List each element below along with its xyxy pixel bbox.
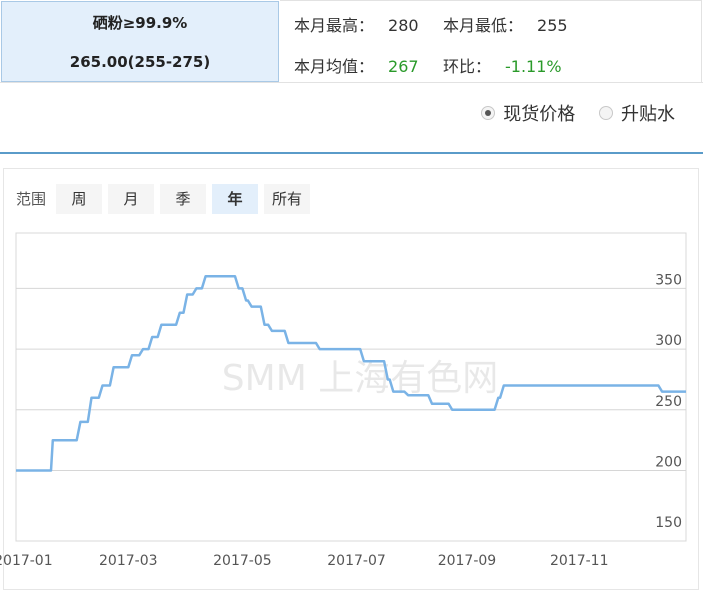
x-tick-label: 2017-11 <box>550 553 609 569</box>
y-tick-label: 150 <box>655 515 682 531</box>
x-tick-label: 2017-07 <box>327 553 386 569</box>
x-tick-label: 2017-01 <box>0 553 53 569</box>
price-chart: SMM 上海有色网 150 200 250 300 350 2017-01 2017-03 2… <box>0 232 687 569</box>
y-tick-label: 200 <box>655 455 682 471</box>
y-tick-label: 250 <box>655 394 682 410</box>
x-tick-label: 2017-05 <box>213 553 272 569</box>
watermark: SMM 上海有色网 <box>222 358 498 399</box>
x-tick-label: 2017-09 <box>438 553 497 569</box>
y-tick-label: 350 <box>655 272 682 288</box>
y-tick-label: 300 <box>655 333 682 349</box>
x-tick-label: 2017-03 <box>99 553 158 569</box>
